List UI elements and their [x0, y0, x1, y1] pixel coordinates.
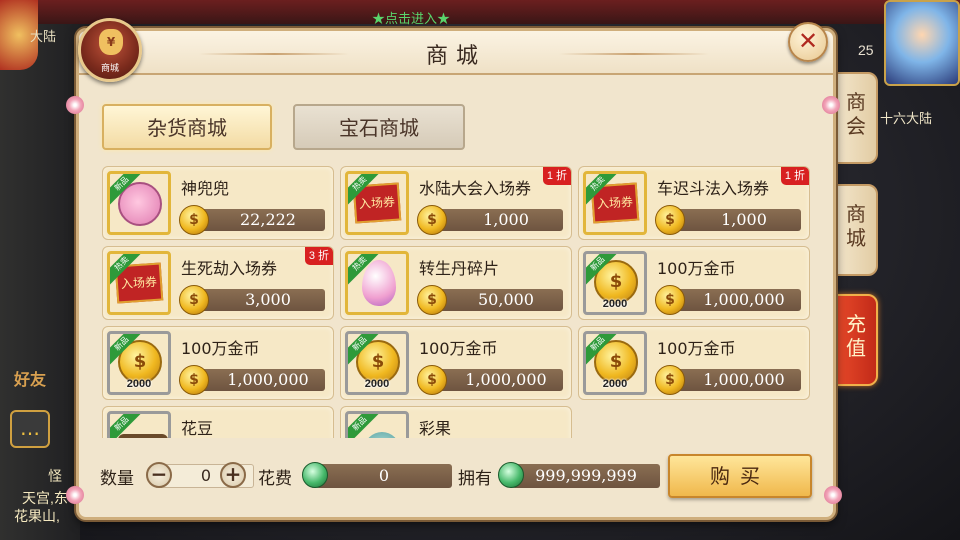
- side-tab-guild[interactable]: 商 会: [834, 72, 878, 164]
- flower-decoration: [66, 96, 84, 114]
- buy-button[interactable]: 购买: [668, 454, 812, 498]
- jade-currency-icon: [302, 462, 328, 488]
- item-card[interactable]: $ 2000 新品 100万金币 1,000,000 $: [578, 246, 810, 320]
- shop-bag-icon: ¥ 商城: [78, 18, 142, 82]
- panel-header: 商城: [79, 31, 833, 75]
- cost-label: 花费: [258, 469, 292, 489]
- quantity-plus-button[interactable]: +: [220, 462, 246, 488]
- item-card[interactable]: 入场券 热卖 生死劫入场券 3,000 $ 3 折: [102, 246, 334, 320]
- item-name: 100万金币: [181, 339, 260, 358]
- egg-icon: [362, 260, 396, 306]
- flower-decoration: [822, 96, 840, 114]
- shop-icon-label: 商城: [100, 63, 119, 73]
- item-price: 1,000: [669, 209, 801, 231]
- chat-bubble-icon[interactable]: …: [10, 410, 50, 448]
- item-price: 1,000: [431, 209, 563, 231]
- panel-title: 商城: [425, 44, 486, 69]
- item-price: 1,000,000: [669, 369, 801, 391]
- discount-badge: 3 折: [304, 247, 333, 265]
- friend-label[interactable]: 好友: [14, 366, 46, 390]
- item-icon-frame: 入场券 热卖: [107, 251, 171, 315]
- item-icon-frame: $ 2000 新品: [345, 331, 409, 395]
- quantity-minus-button[interactable]: −: [146, 462, 172, 488]
- chat-line: 花果山,: [14, 508, 60, 524]
- gold-coin-icon: $: [655, 365, 685, 395]
- item-card[interactable]: 新品 彩果: [340, 406, 572, 438]
- discount-badge: 1 折: [780, 167, 809, 185]
- item-icon-frame: $ 2000 新品: [583, 251, 647, 315]
- gold-coin-icon: $: [655, 285, 685, 315]
- item-card[interactable]: 新品 花豆: [102, 406, 334, 438]
- jade-currency-icon: [498, 462, 524, 488]
- item-card[interactable]: $ 2000 新品 100万金币 1,000,000 $: [578, 326, 810, 400]
- item-icon-frame: 新品: [107, 411, 171, 438]
- item-name: 100万金币: [657, 259, 736, 278]
- item-icon-frame: 新品: [345, 411, 409, 438]
- owned-label: 拥有: [458, 469, 492, 489]
- close-button[interactable]: ✕: [788, 22, 828, 62]
- item-name: 转生丹碎片: [419, 259, 500, 278]
- gold-coin-icon: $: [179, 205, 209, 235]
- item-icon-frame: $ 2000 新品: [107, 331, 171, 395]
- item-grid[interactable]: 新品 神兜兜 22,222 $ 入场券 热卖 水陆大会入场券 1,000 $ 1…: [102, 166, 810, 438]
- chat-line: 天宫,东: [22, 490, 68, 506]
- item-price: 22,222: [193, 209, 325, 231]
- item-name: 车迟斗法入场券: [657, 179, 770, 198]
- top-scene-band: [0, 0, 960, 24]
- quantity-label: 数量: [100, 469, 134, 489]
- item-name: 彩果: [419, 419, 452, 438]
- item-card[interactable]: 入场券 热卖 车迟斗法入场券 1,000 $ 1 折: [578, 166, 810, 240]
- item-name: 生死劫入场券: [181, 259, 278, 278]
- item-name: 花豆: [181, 419, 214, 438]
- chat-line: 怪: [48, 468, 62, 484]
- discount-badge: 1 折: [542, 167, 571, 185]
- item-icon-frame: 入场券 热卖: [345, 171, 409, 235]
- item-name: 水陆大会入场券: [419, 179, 532, 198]
- player-level: 25: [858, 42, 874, 58]
- money-bag-icon: ¥: [99, 29, 123, 55]
- gold-coin-icon: $: [417, 205, 447, 235]
- coin-amount: 2000: [126, 378, 152, 390]
- fruit-icon: [364, 432, 400, 438]
- bean-icon: [118, 434, 168, 438]
- tab-grocery-shop[interactable]: 杂货商城: [102, 104, 272, 150]
- cost-value: 0: [316, 464, 452, 488]
- item-price: 1,000,000: [669, 289, 801, 311]
- item-card[interactable]: $ 2000 新品 100万金币 1,000,000 $: [340, 326, 572, 400]
- scene-hint-text[interactable]: ★点击进入★: [372, 8, 450, 27]
- purchase-bar: 数量 0 − + 花费 0 拥有 999,999,999 购买: [98, 452, 814, 500]
- coin-amount: 2000: [602, 378, 628, 390]
- item-price: 1,000,000: [431, 369, 563, 391]
- owned-value: 999,999,999: [512, 464, 660, 488]
- scene-label-left: 大陆: [30, 29, 57, 44]
- item-icon-frame: 入场券 热卖: [583, 171, 647, 235]
- coin-amount: 2000: [602, 298, 628, 310]
- item-icon-frame: 新品: [107, 171, 171, 235]
- item-card[interactable]: $ 2000 新品 100万金币 1,000,000 $: [102, 326, 334, 400]
- flower-decoration: [66, 486, 84, 504]
- gold-coin-icon: $: [417, 285, 447, 315]
- gold-coin-icon: $: [417, 365, 447, 395]
- item-name: 100万金币: [657, 339, 736, 358]
- item-card[interactable]: 新品 神兜兜 22,222 $: [102, 166, 334, 240]
- flower-decoration: [824, 486, 842, 504]
- item-icon-frame: 热卖: [345, 251, 409, 315]
- item-card[interactable]: 入场券 热卖 水陆大会入场券 1,000 $ 1 折: [340, 166, 572, 240]
- player-avatar[interactable]: [884, 0, 960, 86]
- item-price: 50,000: [431, 289, 563, 311]
- gold-coin-icon: $: [179, 285, 209, 315]
- gold-coin-icon: $: [655, 205, 685, 235]
- scene-label-right: 十六大陆: [880, 111, 933, 126]
- item-price: 3,000: [193, 289, 325, 311]
- item-price: 1,000,000: [193, 369, 325, 391]
- tab-gem-shop[interactable]: 宝石商城: [293, 104, 465, 150]
- gold-coin-icon: $: [179, 365, 209, 395]
- item-name: 100万金币: [419, 339, 498, 358]
- coin-amount: 2000: [364, 378, 390, 390]
- item-card[interactable]: 热卖 转生丹碎片 50,000 $: [340, 246, 572, 320]
- side-tab-recharge[interactable]: 充 值: [834, 294, 878, 386]
- side-tab-shop[interactable]: 商 城: [834, 184, 878, 276]
- item-icon-frame: $ 2000 新品: [583, 331, 647, 395]
- item-name: 神兜兜: [181, 179, 230, 198]
